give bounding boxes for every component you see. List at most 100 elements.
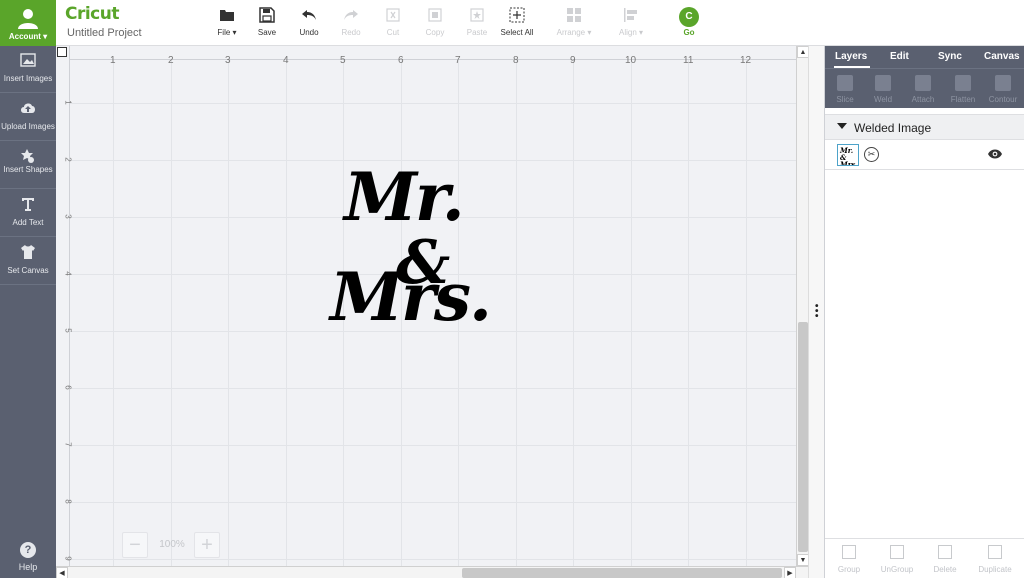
ruler-tick-label: 12 xyxy=(740,55,752,66)
design-canvas[interactable]: 1 2 3 4 5 6 7 8 9 10 11 12 1 2 3 4 5 6 7… xyxy=(56,46,796,566)
account-label: Account ▾ xyxy=(8,32,48,41)
upload-images-button[interactable]: Upload Images xyxy=(0,94,56,141)
delete-button[interactable]: Delete xyxy=(925,539,965,578)
ruler-tick-label: 11 xyxy=(683,55,694,66)
layer-thumbnail: Mr. & Mrs. xyxy=(837,144,859,166)
text-icon xyxy=(22,198,34,211)
tab-sync[interactable]: Sync xyxy=(938,51,962,62)
ruler-tick-label: 6 xyxy=(398,55,404,66)
tool-label: Duplicate xyxy=(978,565,1012,574)
cricut-logo: Cricut xyxy=(65,4,120,24)
scroll-left-arrow-icon[interactable]: ◀ xyxy=(56,567,68,578)
zoom-control: − 100% + xyxy=(122,532,222,558)
weld-button[interactable]: Weld xyxy=(863,69,903,109)
ruler-tick-label: 9 xyxy=(570,55,576,66)
weld-icon xyxy=(875,75,891,91)
layer-group-header[interactable]: Welded Image xyxy=(825,114,1024,140)
horizontal-scrollbar[interactable]: ◀ ▶ xyxy=(56,566,808,578)
vertical-scroll-thumb[interactable] xyxy=(798,322,808,552)
flatten-button[interactable]: Flatten xyxy=(943,69,983,109)
ruler-tick-label: 6 xyxy=(63,385,73,390)
flatten-icon xyxy=(955,75,971,91)
tool-label: Weld xyxy=(873,95,893,104)
layers-panel: Layers Edit Sync Canvas Slice Weld Attac… xyxy=(824,46,1024,578)
cut-button[interactable]: Cut xyxy=(370,0,416,46)
save-icon xyxy=(259,7,275,23)
help-label: Help xyxy=(18,562,38,572)
cut-icon xyxy=(386,8,400,22)
vertical-scrollbar[interactable]: ▲ ▼ xyxy=(796,46,809,566)
caret-down-icon[interactable] xyxy=(837,123,847,129)
user-icon xyxy=(18,9,38,29)
layer-group-name: Welded Image xyxy=(854,121,932,135)
sidebar-item-label: Add Text xyxy=(12,218,44,227)
copy-icon xyxy=(428,8,442,22)
design-text-mrs: Mrs. xyxy=(330,258,492,336)
help-button[interactable]: ? Help xyxy=(0,536,56,578)
grid-line xyxy=(746,60,747,566)
select-all-button[interactable]: Select All xyxy=(494,0,540,46)
ungroup-button[interactable]: UnGroup xyxy=(875,539,919,578)
account-button[interactable]: Account ▾ xyxy=(0,0,56,46)
image-icon xyxy=(20,53,36,67)
tab-edit[interactable]: Edit xyxy=(890,51,909,62)
ruler-tick-label: 3 xyxy=(63,214,73,219)
ungroup-icon xyxy=(890,545,904,559)
panel-resize-handle[interactable]: • • • xyxy=(808,46,824,578)
ruler-tick-label: 8 xyxy=(513,55,519,66)
set-canvas-button[interactable]: Set Canvas xyxy=(0,238,56,285)
insert-shapes-button[interactable]: Insert Shapes xyxy=(0,142,56,189)
sidebar-item-label: Upload Images xyxy=(1,122,55,131)
add-text-button[interactable]: Add Text xyxy=(0,190,56,237)
copy-button[interactable]: Copy xyxy=(412,0,458,46)
arrange-menu-button[interactable]: Arrange ▾ xyxy=(551,0,597,46)
align-menu-button[interactable]: Align ▾ xyxy=(608,0,654,46)
sidebar-item-label: Insert Images xyxy=(3,74,53,83)
zoom-in-button[interactable]: + xyxy=(194,532,220,558)
layer-row[interactable]: Mr. & Mrs. ✂ xyxy=(825,140,1024,170)
ruler-corner[interactable] xyxy=(57,47,67,57)
trash-icon xyxy=(938,545,952,559)
eye-icon[interactable] xyxy=(988,148,1002,160)
slice-button[interactable]: Slice xyxy=(825,69,865,109)
tool-label: Contour xyxy=(988,95,1018,104)
ruler-tick-label: 1 xyxy=(63,100,73,105)
ruler-tick-label: 8 xyxy=(63,499,73,504)
save-button[interactable]: Save xyxy=(244,0,290,46)
grid-line xyxy=(70,559,796,560)
go-button[interactable]: C Go xyxy=(666,0,712,46)
project-name[interactable]: Untitled Project xyxy=(67,27,142,39)
layer-bottom-tools: Group UnGroup Delete Duplicate xyxy=(825,538,1024,578)
tool-label: Align ▾ xyxy=(618,28,644,37)
go-icon: C xyxy=(679,7,699,27)
duplicate-button[interactable]: Duplicate xyxy=(971,539,1019,578)
cut-operation-icon[interactable]: ✂ xyxy=(864,147,879,162)
scroll-right-arrow-icon[interactable]: ▶ xyxy=(784,567,796,578)
slice-icon xyxy=(837,75,853,91)
folder-icon xyxy=(220,10,234,21)
ruler-tick-label: 4 xyxy=(283,55,289,66)
tab-layers[interactable]: Layers xyxy=(835,51,867,62)
app-window: Account ▾ Insert Images Upload Images In… xyxy=(0,0,1024,578)
zoom-out-button[interactable]: − xyxy=(122,532,148,558)
redo-icon xyxy=(344,10,358,20)
sidebar-item-label: Set Canvas xyxy=(7,266,49,275)
shapes-icon xyxy=(21,149,34,163)
attach-button[interactable]: Attach xyxy=(903,69,943,109)
welded-image-design[interactable]: Mr. & Mrs. xyxy=(326,158,492,354)
group-button[interactable]: Group xyxy=(829,539,869,578)
contour-button[interactable]: Contour xyxy=(983,69,1023,109)
tool-label: Delete xyxy=(933,565,957,574)
insert-images-button[interactable]: Insert Images xyxy=(0,46,56,93)
layer-tools: Slice Weld Attach Flatten Contour xyxy=(825,68,1024,108)
redo-button[interactable]: Redo xyxy=(328,0,374,46)
sidebar-item-label: Insert Shapes xyxy=(3,165,53,174)
paste-icon xyxy=(470,8,484,22)
tshirt-icon xyxy=(21,245,35,259)
grid-line xyxy=(688,60,689,566)
undo-button[interactable]: Undo xyxy=(286,0,332,46)
grid-line xyxy=(171,60,172,566)
select-all-icon xyxy=(509,7,525,23)
tab-canvas[interactable]: Canvas xyxy=(984,51,1020,62)
horizontal-scroll-thumb[interactable] xyxy=(462,568,782,578)
